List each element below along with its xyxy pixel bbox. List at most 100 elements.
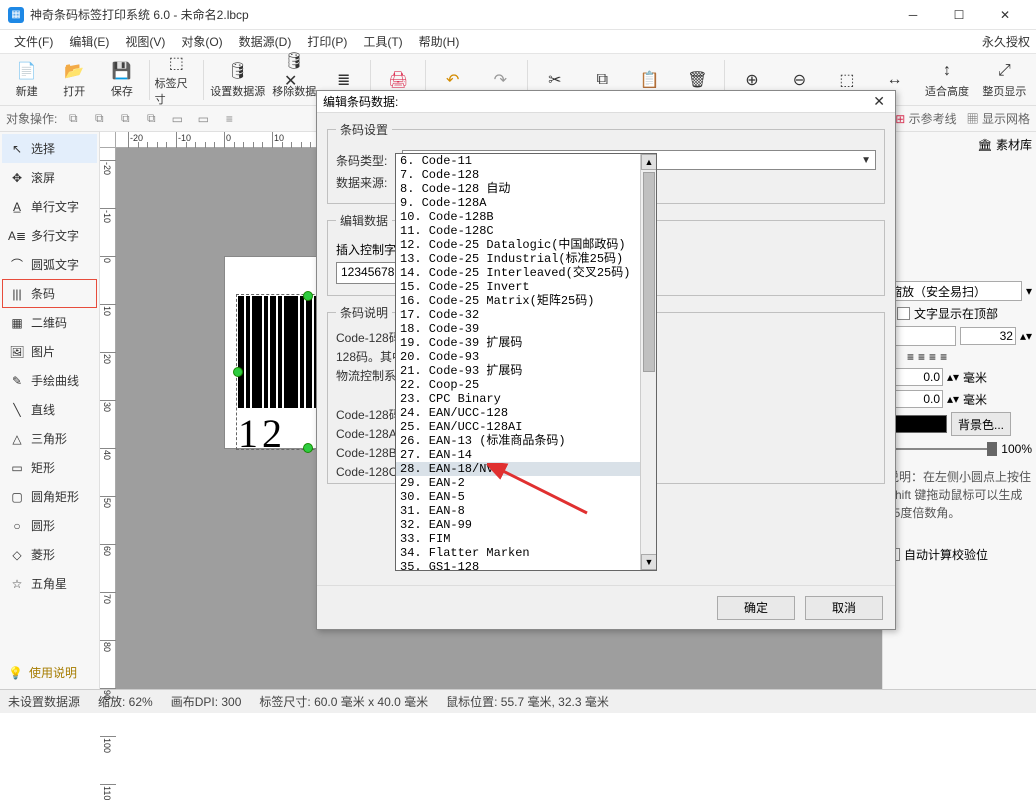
dropdown-item[interactable]: 34. Flatter Marken [396,546,656,560]
maximize-button[interactable]: ☐ [936,0,982,30]
align-left-icon[interactable]: ≡ [907,350,914,364]
dropdown-item[interactable]: 20. Code-93 [396,350,656,364]
spinner-icon[interactable]: ▴▾ [947,370,959,384]
scroll-down-button[interactable]: ▼ [641,554,657,570]
bgcolor-button[interactable]: 背景色... [951,412,1011,436]
dialog-title-bar[interactable]: 编辑条码数据: ✕ [317,91,895,113]
zoom-mode-select[interactable]: 缩放（安全易扫） [887,281,1022,301]
tool-圆角矩形[interactable]: ▢圆角矩形 [2,482,97,511]
tb-save[interactable]: 💾保存 [99,56,145,104]
cancel-button[interactable]: 取消 [805,596,883,620]
tool-三角形[interactable]: △三角形 [2,424,97,453]
scroll-up-button[interactable]: ▲ [641,154,657,170]
dropdown-item[interactable]: 6. Code-11 [396,154,656,168]
tb-fitpage[interactable]: ⤢整页显示 [977,56,1032,104]
dropdown-item[interactable]: 31. EAN-8 [396,504,656,518]
menu-object[interactable]: 对象(O) [173,31,230,52]
dropdown-item[interactable]: 12. Code-25 Datalogic(中国邮政码) [396,238,656,252]
chevron-down-icon[interactable]: ▼ [861,155,871,166]
dropdown-item[interactable]: 28. EAN-18/NVE [396,462,656,476]
dropdown-item[interactable]: 7. Code-128 [396,168,656,182]
tb-new[interactable]: 📄新建 [4,56,50,104]
tool-五角星[interactable]: ☆五角星 [2,569,97,598]
dropdown-item[interactable]: 15. Code-25 Invert [396,280,656,294]
tb-labelsize[interactable]: ⬚标签尺寸 [154,56,200,104]
align-icon-2[interactable]: ▭ [193,109,213,129]
tool-单行文字[interactable]: A̲单行文字 [2,192,97,221]
dropdown-item[interactable]: 27. EAN-14 [396,448,656,462]
spinner-icon[interactable]: ▴▾ [947,392,959,406]
resize-handle-n[interactable] [303,291,313,301]
dropdown-item[interactable]: 29. EAN-2 [396,476,656,490]
lib-btn[interactable]: 🏛 素材库 [977,136,1032,153]
tb-open[interactable]: 📂打开 [52,56,98,104]
tool-滚屏[interactable]: ✥滚屏 [2,163,97,192]
dropdown-scrollbar[interactable]: ▲ ▼ [640,154,656,570]
layer-icon-2[interactable]: ⧉ [89,109,109,129]
help-button[interactable]: 💡 使用说明 [2,658,97,687]
dropdown-item[interactable]: 11. Code-128C [396,224,656,238]
align-justify-icon[interactable]: ≡ [940,350,947,364]
ok-button[interactable]: 确定 [717,596,795,620]
resize-handle-s[interactable] [303,443,313,453]
dropdown-item[interactable]: 21. Code-93 扩展码 [396,364,656,378]
align-icon-3[interactable]: ≡ [219,109,239,129]
font-style-select[interactable]: ▾ [887,326,956,346]
layer-icon-4[interactable]: ⧉ [141,109,161,129]
dropdown-item[interactable]: 33. FIM [396,532,656,546]
layer-icon[interactable]: ⧉ [63,109,83,129]
dropdown-list[interactable]: 6. Code-117. Code-1288. Code-128 自动9. Co… [396,154,656,570]
tool-圆形[interactable]: ○圆形 [2,511,97,540]
close-button[interactable]: ✕ [982,0,1028,30]
dropdown-item[interactable]: 26. EAN-13 (标准商品条码) [396,434,656,448]
dropdown-item[interactable]: 8. Code-128 自动 [396,182,656,196]
menu-help[interactable]: 帮助(H) [411,31,468,52]
menu-datasource[interactable]: 数据源(D) [231,31,300,52]
spinner-icon[interactable]: ▴▾ [1020,329,1032,343]
barcode-type-dropdown[interactable]: 6. Code-117. Code-1288. Code-128 自动9. Co… [395,153,657,571]
tool-条码[interactable]: |||条码 [2,279,97,308]
dropdown-item[interactable]: 18. Code-39 [396,322,656,336]
dropdown-item[interactable]: 23. CPC Binary [396,392,656,406]
color-swatch[interactable] [887,415,947,433]
opacity-slider[interactable] [887,440,997,458]
align-icon-1[interactable]: ▭ [167,109,187,129]
dropdown-item[interactable]: 19. Code-39 扩展码 [396,336,656,350]
tb-fitheight[interactable]: ↕适合高度 [919,56,974,104]
dropdown-item[interactable]: 30. EAN-5 [396,490,656,504]
menu-view[interactable]: 视图(V) [117,31,173,52]
dropdown-item[interactable]: 22. Coop-25 [396,378,656,392]
show-grid[interactable]: ▦ 显示网格 [967,110,1030,127]
dropdown-item[interactable]: 32. EAN-99 [396,518,656,532]
dropdown-item[interactable]: 16. Code-25 Matrix(矩阵25码) [396,294,656,308]
tool-多行文字[interactable]: A≣多行文字 [2,221,97,250]
dropdown-item[interactable]: 9. Code-128A [396,196,656,210]
align-center-icon[interactable]: ≡ [918,350,925,364]
tool-圆弧文字[interactable]: ⌒圆弧文字 [2,250,97,279]
align-right-icon[interactable]: ≡ [929,350,936,364]
minimize-button[interactable]: ─ [890,0,936,30]
tool-选择[interactable]: ↖选择 [2,134,97,163]
layer-icon-3[interactable]: ⧉ [115,109,135,129]
tool-二维码[interactable]: ▦二维码 [2,308,97,337]
resize-handle-w[interactable] [233,367,243,377]
dropdown-item[interactable]: 10. Code-128B [396,210,656,224]
scroll-thumb[interactable] [643,172,655,372]
dropdown-item[interactable]: 24. EAN/UCC-128 [396,406,656,420]
tool-菱形[interactable]: ◇菱形 [2,540,97,569]
dropdown-item[interactable]: 14. Code-25 Interleaved(交叉25码) [396,266,656,280]
tool-图片[interactable]: 🖼图片 [2,337,97,366]
menu-edit[interactable]: 编辑(E) [61,31,117,52]
dropdown-item[interactable]: 35. GS1-128 [396,560,656,570]
menu-print[interactable]: 打印(P) [299,31,355,52]
tool-手绘曲线[interactable]: ✎手绘曲线 [2,366,97,395]
dropdown-item[interactable]: 17. Code-32 [396,308,656,322]
show-guides[interactable]: ⊞ 示参考线 [895,110,956,127]
font-size-input[interactable]: 32 [960,327,1016,345]
dropdown-item[interactable]: 25. EAN/UCC-128AI [396,420,656,434]
tb-removeds[interactable]: 🛢✕移除数据 [269,56,318,104]
tool-直线[interactable]: ╲直线 [2,395,97,424]
dialog-close-button[interactable]: ✕ [869,93,889,110]
tb-setds[interactable]: 🛢设置数据源 [208,56,267,104]
chevron-down-icon[interactable]: ▾ [1026,284,1032,298]
